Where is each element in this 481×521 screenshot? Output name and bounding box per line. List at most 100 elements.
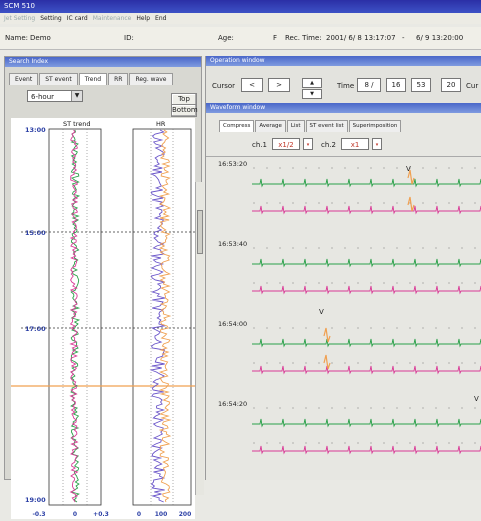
grid-dot <box>435 167 437 169</box>
st-axis-tick: 0 <box>73 511 77 518</box>
time-minute-field[interactable]: 53 <box>411 78 431 92</box>
grid-dot <box>279 362 281 364</box>
grid-dot <box>435 407 437 409</box>
grid-dot <box>383 247 385 249</box>
cursor-left-button[interactable]: < <box>241 78 263 92</box>
grid-dot <box>461 407 463 409</box>
waveform-window-title: Waveform window <box>206 103 481 113</box>
grid-dot <box>292 202 294 204</box>
grid-dot <box>409 247 411 249</box>
grid-dot <box>409 407 411 409</box>
grid-dot <box>422 202 424 204</box>
grid-dot <box>461 167 463 169</box>
grid-dot <box>357 202 359 204</box>
ch2-gain-arrow[interactable]: ▾ <box>372 138 382 150</box>
grid-dot <box>448 407 450 409</box>
cursor-right-button[interactable]: > <box>268 78 290 92</box>
wave-tab-compress[interactable]: Compress <box>219 120 255 132</box>
tab-trend[interactable]: Trend <box>78 73 108 85</box>
st-axis-tick: +0.3 <box>93 511 109 518</box>
grid-dot <box>396 247 398 249</box>
ch2-gain-select[interactable]: x1 <box>341 138 369 150</box>
menu-item-maintenance[interactable]: Maintenance <box>93 15 132 22</box>
grid-dot <box>331 362 333 364</box>
grid-dot <box>383 202 385 204</box>
grid-dot <box>253 282 255 284</box>
grid-dot <box>305 202 307 204</box>
scroll-thumb[interactable] <box>197 210 203 254</box>
ch2-ecg-strip <box>252 445 481 455</box>
grid-dot <box>435 362 437 364</box>
time-label: 17:00 <box>25 325 46 333</box>
id-label: ID: <box>124 34 134 42</box>
grid-dot <box>292 362 294 364</box>
menu-item-end[interactable]: End <box>155 15 166 22</box>
tab-rr[interactable]: RR <box>108 73 129 85</box>
grid-dot <box>474 327 476 329</box>
time-label: 13:00 <box>25 126 46 134</box>
ch2-ecg-strip <box>252 365 481 375</box>
grid-dot <box>266 282 268 284</box>
time-hour-field[interactable]: 16 <box>386 78 406 92</box>
ch1-ecg-strip <box>252 418 481 428</box>
grid-dot <box>279 247 281 249</box>
grid-dot <box>292 327 294 329</box>
wave-tab-superimposition[interactable]: Superimposition <box>348 120 402 132</box>
cursor-up-button[interactable]: ▲ <box>302 78 322 88</box>
tab-event[interactable]: Event <box>9 73 39 85</box>
segment-time: 16:54:00 <box>218 320 247 328</box>
ch1-gain-arrow[interactable]: ▾ <box>303 138 313 150</box>
grid-dot <box>279 167 281 169</box>
wave-tab-st-event-list[interactable]: ST event list <box>305 120 348 132</box>
ventricular-beat-marker: V <box>319 308 324 316</box>
grid-dot <box>448 167 450 169</box>
grid-dot <box>292 167 294 169</box>
grid-dot <box>474 282 476 284</box>
range-dropdown[interactable]: 6-hour ▼ <box>27 90 83 102</box>
grid-dot <box>461 327 463 329</box>
ch2-ecg-strip <box>252 285 481 295</box>
chevron-down-icon[interactable]: ▼ <box>71 91 82 101</box>
segment-time: 16:54:20 <box>218 400 247 408</box>
cursor-down-button[interactable]: ▼ <box>302 89 322 99</box>
search-index-title: Search Index <box>5 57 201 67</box>
tab-st-event[interactable]: ST event <box>39 73 78 85</box>
menu-item-ic-card[interactable]: IC card <box>67 15 88 22</box>
rec-time-label: Rec. Time: <box>285 34 322 42</box>
grid-dot <box>266 167 268 169</box>
grid-dot <box>318 167 320 169</box>
menu-item-jet-setting[interactable]: Jet Setting <box>4 15 35 22</box>
grid-dot <box>370 442 372 444</box>
grid-dot <box>331 327 333 329</box>
grid-dot <box>461 202 463 204</box>
grid-dot <box>357 407 359 409</box>
wave-tab-average[interactable]: Average <box>255 120 286 132</box>
menu-item-setting[interactable]: Setting <box>40 15 61 22</box>
time-day-field[interactable]: 8 / <box>357 78 381 92</box>
menu-bar: Jet Setting Setting IC card Maintenance Help… <box>0 13 481 24</box>
grid-dot <box>292 442 294 444</box>
grid-dot <box>292 282 294 284</box>
grid-dot <box>344 282 346 284</box>
grid-dot <box>448 442 450 444</box>
cursor2-label: Cur <box>466 82 479 90</box>
ventricular-beat-marker: V <box>474 395 479 403</box>
grid-dot <box>383 167 385 169</box>
waveform-plot[interactable]: 16:53:2016:53:4016:54:0016:54:20VVV <box>206 158 481 480</box>
grid-dot <box>253 247 255 249</box>
title-bar: SCM 510 <box>0 0 481 13</box>
trend-scrollbar[interactable] <box>195 182 204 495</box>
bottom-button[interactable]: Bottom <box>171 104 198 117</box>
time-second-field[interactable]: 20 <box>441 78 461 92</box>
grid-dot <box>383 282 385 284</box>
ch1-gain-select[interactable]: x1/2 <box>272 138 300 150</box>
grid-dot <box>370 202 372 204</box>
grid-dot <box>253 407 255 409</box>
trend-chart-area[interactable]: ST trend HR 13:00 15:00 17:00 19:00 -0.3 0 +0.… <box>11 118 195 519</box>
wave-tab-list[interactable]: List <box>286 120 305 132</box>
pvc-beat <box>407 169 415 185</box>
grid-dot <box>435 282 437 284</box>
tab-reg-wave[interactable]: Reg. wave <box>129 73 173 85</box>
grid-dot <box>253 202 255 204</box>
menu-item-help[interactable]: Help <box>136 15 150 22</box>
